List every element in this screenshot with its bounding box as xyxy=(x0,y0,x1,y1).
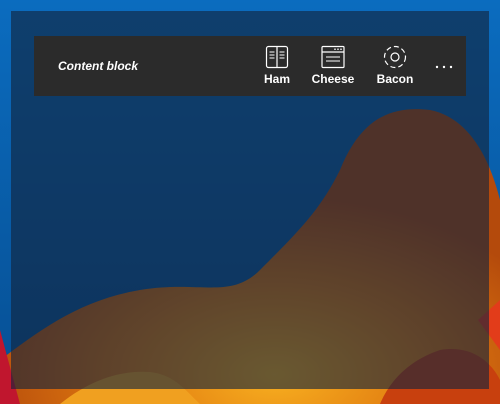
desktop: Content block Ham Cheese Bacon xyxy=(0,0,500,404)
target-icon xyxy=(383,45,407,69)
ham-button[interactable]: Ham xyxy=(260,44,294,88)
browser-window-icon xyxy=(321,45,345,69)
bacon-button[interactable]: Bacon xyxy=(376,44,414,88)
cheese-label: Cheese xyxy=(311,72,355,86)
bacon-label: Bacon xyxy=(376,72,414,86)
more-options-button[interactable] xyxy=(430,54,458,80)
book-icon xyxy=(265,45,289,69)
toolbar-title: Content block xyxy=(58,59,138,73)
cheese-button[interactable]: Cheese xyxy=(310,44,356,88)
content-block-toolbar: Content block Ham Cheese Bacon xyxy=(34,36,466,96)
ham-label: Ham xyxy=(263,72,290,86)
more-dots-icon xyxy=(435,65,453,69)
